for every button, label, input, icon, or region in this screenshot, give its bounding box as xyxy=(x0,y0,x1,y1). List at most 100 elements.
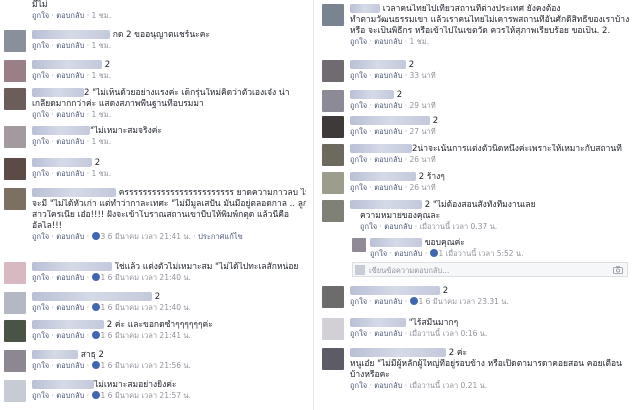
like-link[interactable]: ถูกใจ xyxy=(32,303,49,312)
avatar[interactable] xyxy=(4,320,26,342)
avatar[interactable] xyxy=(4,350,26,372)
reply-link[interactable]: ตอบกลับ xyxy=(374,183,402,192)
reply-link[interactable]: ตอบกลับ xyxy=(56,137,84,146)
reply-link[interactable]: ตอบกลับ xyxy=(56,71,84,80)
reply-link[interactable]: ตอบกลับ xyxy=(56,11,84,20)
reply-link[interactable]: ตอบกลับ xyxy=(56,391,84,400)
commenter-name[interactable] xyxy=(350,60,406,69)
like-link[interactable]: ถูกใจ xyxy=(350,297,367,306)
commenter-name[interactable] xyxy=(32,320,104,329)
commenter-name[interactable] xyxy=(32,126,90,135)
reply-link[interactable]: ตอบกลับ xyxy=(384,222,412,231)
like-link[interactable]: ถูกใจ xyxy=(32,41,49,50)
like-link[interactable]: ถูกใจ xyxy=(350,37,367,46)
commenter-name[interactable] xyxy=(350,90,394,99)
commenter-name[interactable] xyxy=(350,286,440,295)
reply-link[interactable]: ตอบกลับ xyxy=(56,273,84,282)
like-link[interactable]: ถูกใจ xyxy=(32,273,49,282)
avatar[interactable] xyxy=(322,144,344,166)
avatar[interactable] xyxy=(4,188,26,210)
reply-link[interactable]: ตอบกลับ xyxy=(374,37,402,46)
like-link[interactable]: ถูกใจ xyxy=(360,222,377,231)
like-link[interactable]: ถูกใจ xyxy=(350,127,367,136)
reply-link[interactable]: ตอบกลับ xyxy=(56,361,84,370)
timestamp: เมื่อวานนี้ เวลา 5:52 น. xyxy=(445,249,524,258)
avatar[interactable] xyxy=(322,172,344,194)
commenter-name[interactable] xyxy=(32,380,94,389)
avatar[interactable] xyxy=(322,348,344,370)
like-link[interactable]: ถูกใจ xyxy=(32,331,49,340)
avatar[interactable] xyxy=(4,292,26,314)
avatar[interactable] xyxy=(4,88,26,110)
commenter-name[interactable] xyxy=(32,30,110,39)
edit-history-link[interactable]: ประกาศแก้ไข xyxy=(198,232,243,241)
camera-icon[interactable] xyxy=(613,266,623,274)
commenter-name[interactable] xyxy=(350,116,430,125)
reply-link[interactable]: ตอบกลับ xyxy=(56,110,84,119)
reply-link[interactable]: ตอบกลับ xyxy=(374,329,402,338)
avatar[interactable] xyxy=(322,4,344,26)
reply-link[interactable]: ตอบกลับ xyxy=(394,249,422,258)
commenter-name[interactable] xyxy=(32,88,84,97)
like-link[interactable]: ถูกใจ xyxy=(350,329,367,338)
reply-link[interactable]: ตอบกลับ xyxy=(374,155,402,164)
like-link[interactable]: ถูกใจ xyxy=(32,11,49,20)
reply-link[interactable]: ตอบกลับ xyxy=(56,232,84,241)
avatar[interactable] xyxy=(322,200,344,222)
comment-text-line: หนูเอ๋ย "ไม่มีผู้หลักผู้ใหญ่ที่อยู่รอบข้… xyxy=(350,359,622,369)
like-count: 1 xyxy=(100,391,106,400)
like-link[interactable]: ถูกใจ xyxy=(32,110,49,119)
reply-link[interactable]: ตอบกลับ xyxy=(374,297,402,306)
commenter-name[interactable] xyxy=(32,262,112,271)
commenter-name[interactable] xyxy=(350,200,422,209)
avatar[interactable] xyxy=(4,262,26,284)
like-link[interactable]: ถูกใจ xyxy=(32,137,49,146)
like-link[interactable]: ถูกใจ xyxy=(350,183,367,192)
timestamp: 1 ชม. xyxy=(91,110,112,119)
avatar[interactable] xyxy=(322,116,344,138)
avatar[interactable] xyxy=(4,380,26,402)
like-count-icon xyxy=(91,331,100,339)
reply-link[interactable]: ตอบกลับ xyxy=(374,127,402,136)
reply-link[interactable]: ตอบกลับ xyxy=(56,41,84,50)
like-link[interactable]: ถูกใจ xyxy=(370,249,387,258)
commenter-name[interactable] xyxy=(32,60,102,69)
like-count-icon xyxy=(91,361,100,369)
avatar[interactable] xyxy=(322,90,344,112)
reply-input[interactable]: เขียนข้อความตอบกลับ... xyxy=(352,262,628,277)
avatar[interactable] xyxy=(322,286,344,308)
like-link[interactable]: ถูกใจ xyxy=(32,71,49,80)
like-link[interactable]: ถูกใจ xyxy=(350,381,367,390)
commenter-name[interactable] xyxy=(370,238,422,247)
like-link[interactable]: ถูกใจ xyxy=(32,391,49,400)
commenter-name[interactable] xyxy=(32,188,116,197)
avatar[interactable] xyxy=(352,238,366,252)
commenter-name[interactable] xyxy=(350,348,446,357)
reply-link[interactable]: ตอบกลับ xyxy=(374,71,402,80)
comment-text: 2 xyxy=(442,286,449,296)
avatar[interactable] xyxy=(322,318,344,340)
reply-link[interactable]: ตอบกลับ xyxy=(56,169,84,178)
like-link[interactable]: ถูกใจ xyxy=(32,361,49,370)
like-link[interactable]: ถูกใจ xyxy=(32,169,49,178)
reply-link[interactable]: ตอบกลับ xyxy=(56,331,84,340)
commenter-name[interactable] xyxy=(32,158,92,167)
like-link[interactable]: ถูกใจ xyxy=(32,232,49,241)
commenter-name[interactable] xyxy=(350,144,412,153)
commenter-name[interactable] xyxy=(350,4,380,13)
commenter-name[interactable] xyxy=(32,292,152,301)
avatar[interactable] xyxy=(4,158,26,180)
reply-link[interactable]: ตอบกลับ xyxy=(374,381,402,390)
commenter-name[interactable] xyxy=(350,172,416,181)
reply-link[interactable]: ตอบกลับ xyxy=(56,303,84,312)
avatar[interactable] xyxy=(322,60,344,82)
commenter-name[interactable] xyxy=(350,318,406,327)
reply-link[interactable]: ตอบกลับ xyxy=(374,101,402,110)
like-link[interactable]: ถูกใจ xyxy=(350,101,367,110)
avatar[interactable] xyxy=(4,60,26,82)
like-link[interactable]: ถูกใจ xyxy=(350,155,367,164)
avatar[interactable] xyxy=(4,30,26,52)
like-link[interactable]: ถูกใจ xyxy=(350,71,367,80)
commenter-name[interactable] xyxy=(32,350,78,359)
avatar[interactable] xyxy=(4,126,26,148)
